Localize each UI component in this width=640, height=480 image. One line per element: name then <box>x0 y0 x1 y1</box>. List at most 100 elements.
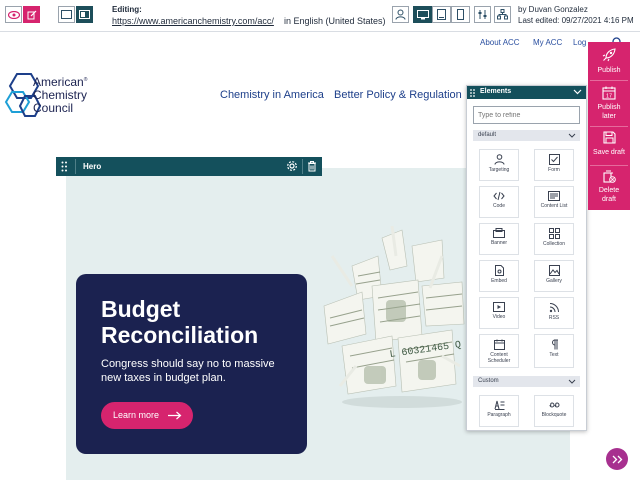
element-tile-label: Blockquote <box>541 412 567 418</box>
arrow-right-icon <box>168 411 182 420</box>
element-tile-embed[interactable]: Embed <box>479 260 519 292</box>
element-tile-form[interactable]: Form <box>534 149 574 181</box>
logo-line-1: American <box>33 75 84 89</box>
code-icon <box>493 191 505 201</box>
section-default-header[interactable]: default <box>473 130 580 141</box>
content-list-icon <box>548 191 560 201</box>
chevron-down-icon[interactable] <box>568 379 576 384</box>
structure-icon <box>497 9 508 20</box>
layout-split-button[interactable] <box>76 6 93 23</box>
section-default-label: default <box>478 132 497 138</box>
publish-button[interactable]: Publish <box>588 48 630 75</box>
split-view-icon <box>79 10 90 19</box>
video-icon <box>493 302 505 312</box>
double-chevron-right-icon <box>612 455 622 463</box>
logo-registered-mark: ® <box>83 77 88 83</box>
element-tile-label: Targeting <box>488 167 510 173</box>
section-custom-header[interactable]: Custom <box>473 376 580 387</box>
rocket-icon <box>602 48 616 62</box>
element-tile-rss[interactable]: RSS <box>534 297 574 329</box>
settings-sliders-button[interactable] <box>474 6 491 23</box>
calendar-icon: 17 <box>602 86 616 100</box>
elements-panel-header[interactable]: Elements <box>467 86 586 99</box>
nav-better-policy[interactable]: Better Policy & Regulation <box>334 89 462 101</box>
element-tile-label: Content List <box>540 203 568 209</box>
layout-single-button[interactable] <box>58 6 75 23</box>
delete-draft-button[interactable]: Delete draft <box>588 170 630 204</box>
element-tile-text[interactable]: Text <box>534 334 574 368</box>
sliders-icon <box>478 10 487 19</box>
element-tile-label: Collection <box>543 241 565 247</box>
mobile-icon <box>457 9 464 20</box>
tablet-icon <box>437 9 446 20</box>
structure-button[interactable] <box>494 6 511 23</box>
hero-subtitle-line-1: Congress should say no to massive <box>101 358 275 370</box>
element-tile-blockquote[interactable]: Blockquote <box>534 395 574 427</box>
publish-later-label-1: Publish <box>597 104 621 111</box>
utility-nav-my-acc[interactable]: My ACC <box>533 38 562 47</box>
element-tile-label: Embed <box>491 278 507 284</box>
utility-nav-about[interactable]: About ACC <box>480 38 520 47</box>
editing-label: Editing: <box>112 5 142 14</box>
gear-icon[interactable] <box>286 160 298 172</box>
rail-divider <box>590 80 628 81</box>
element-tile-gallery[interactable]: Gallery <box>534 260 574 292</box>
acc-logo[interactable]: American® Chemistry Council <box>3 70 108 122</box>
element-tile-label: Content Scheduler <box>487 352 511 364</box>
user-button[interactable] <box>392 6 409 23</box>
elements-panel-title: Elements <box>480 88 512 95</box>
rss-icon <box>549 303 559 313</box>
trash-icon[interactable] <box>307 160 317 172</box>
element-tile-content-list[interactable]: Content List <box>534 186 574 218</box>
pilcrow-icon <box>552 339 558 350</box>
author-label: by Duvan Gonzalez <box>518 5 588 14</box>
element-tile-targeting[interactable]: Targeting <box>479 149 519 181</box>
element-tile-code[interactable]: Code <box>479 186 519 218</box>
element-tile-label: RSS <box>548 315 560 321</box>
element-tile-video[interactable]: Video <box>479 297 519 329</box>
last-edited-label: Last edited: 09/27/2021 4:16 PM <box>518 16 634 25</box>
delete-draft-label-2: draft <box>601 196 616 203</box>
elements-panel[interactable]: Elements default Targeting Form Code Con… <box>466 85 587 431</box>
user-icon <box>395 9 406 20</box>
section-custom-label: Custom <box>478 378 499 384</box>
chevron-down-icon[interactable] <box>573 89 582 95</box>
nav-chemistry-in-america[interactable]: Chemistry in America <box>220 89 324 101</box>
element-tile-label: Code <box>493 203 505 209</box>
drag-handle-icon[interactable] <box>61 161 68 172</box>
form-icon <box>548 154 560 165</box>
publish-later-label-2: later <box>602 113 616 120</box>
save-draft-button[interactable]: Save draft <box>588 131 630 157</box>
hero-card: Budget Reconciliation Congress should sa… <box>76 274 307 454</box>
drag-handle-icon[interactable] <box>470 89 476 97</box>
tablet-view-button[interactable] <box>432 6 451 23</box>
rail-divider <box>590 126 628 127</box>
hero-title-line-1: Budget <box>101 296 181 322</box>
shredded-money-image: L 60321465 Q <box>323 226 465 408</box>
desktop-icon <box>416 9 429 19</box>
delete-draft-label-1: Delete <box>598 187 620 194</box>
logo-line-3: Council <box>33 101 74 115</box>
utility-nav-login[interactable]: Log <box>573 38 586 47</box>
element-tile-banner[interactable]: Banner <box>479 223 519 255</box>
rail-divider <box>590 165 628 166</box>
page-url-link[interactable]: https://www.americanchemistry.com/acc/ <box>112 16 280 26</box>
elements-search-input[interactable] <box>473 106 580 124</box>
edit-mode-button[interactable] <box>23 6 40 23</box>
expand-panel-button[interactable] <box>606 448 628 470</box>
element-tile-label: Paragraph <box>487 412 511 418</box>
hero-component-bar[interactable]: Hero <box>56 157 322 176</box>
preview-mode-button[interactable] <box>5 6 22 23</box>
chevron-down-icon[interactable] <box>568 133 576 138</box>
learn-more-button[interactable]: Learn more <box>101 402 193 429</box>
bar-divider <box>302 159 303 174</box>
element-tile-collection[interactable]: Collection <box>534 223 574 255</box>
language-label: in English (United States) <box>284 16 386 26</box>
element-tile-paragraph[interactable]: Paragraph <box>479 395 519 427</box>
element-tile-content-scheduler[interactable]: Content Scheduler <box>479 334 519 368</box>
element-tile-label: Form <box>548 167 560 173</box>
edit-icon <box>27 10 36 19</box>
mobile-view-button[interactable] <box>451 6 470 23</box>
publish-later-button[interactable]: 17 Publish later <box>588 86 630 121</box>
desktop-view-button[interactable] <box>413 6 432 23</box>
